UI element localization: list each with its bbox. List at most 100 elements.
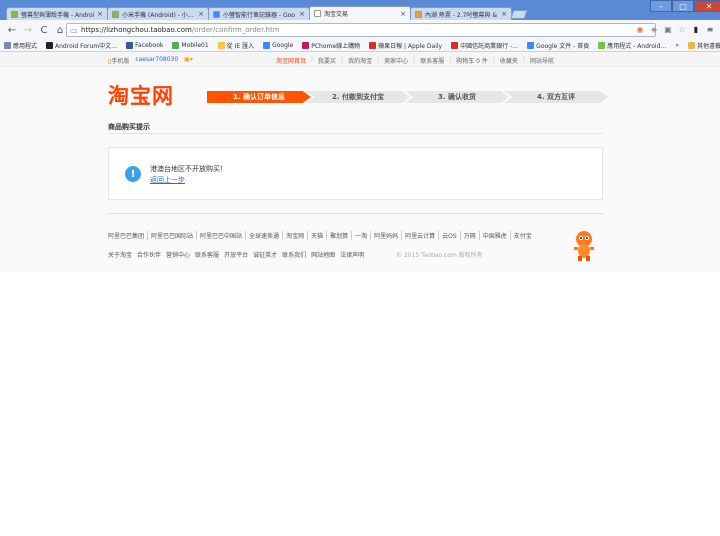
site-nav-link[interactable]: 我的淘宝 (348, 56, 372, 65)
bookmark-favicon-icon (4, 42, 11, 49)
folder-icon (688, 42, 696, 49)
footer-links-group: 阿里巴巴集团 阿里巴巴国际站 阿里巴巴中国站 全球速卖通 淘宝网 天猫 聚划算 一淘 阿里妈妈阿… (108, 231, 535, 240)
bookmark-label: Mobile01 (181, 42, 209, 49)
tab-title: 淘宝交易 (324, 11, 349, 18)
footer-link[interactable]: 阿里巴巴集团 (108, 231, 149, 240)
bookmark-item[interactable]: Android Forum中文… (46, 41, 117, 50)
site-nav-link[interactable]: 我要买 (318, 56, 336, 65)
tab-close-icon[interactable]: × (97, 10, 103, 18)
bookmark-item[interactable]: 中國信託商業銀行 -… (451, 41, 518, 50)
browser-window: 螢幕型與薄殼手機 - Androi × 小米手機 (Android) - 小螢幕 × 小… (0, 0, 720, 536)
url-host: https://lizhongchou.taobao.com (81, 26, 192, 34)
site-nav-link[interactable]: 收藏夹 (500, 56, 518, 65)
footer-divider (108, 213, 603, 214)
bookmark-item[interactable]: Google (263, 41, 293, 50)
mobile-link[interactable]: ▯手机版 (108, 56, 129, 65)
shield-icon[interactable]: ◈ (648, 22, 660, 36)
tab-close-icon[interactable]: × (299, 10, 305, 18)
tab-title: 小螢智能行車記錄器 - Goo (223, 11, 295, 19)
tab-favicon-icon (213, 10, 220, 18)
taobao-logo[interactable]: 淘宝网 (108, 80, 174, 110)
separator: | (449, 56, 452, 63)
footer-links-about: 关于淘宝 合作伙伴 营销中心 联系客服 开放平台 诚征英才 联系我们 网站地图 法律声明 (108, 250, 364, 259)
star-icon[interactable]: ☆ (676, 22, 688, 36)
page-icon: ▭ (70, 26, 78, 35)
bookmark-label: 中國信託商業銀行 -… (460, 43, 519, 50)
footer-link[interactable]: 聚划算 (327, 231, 353, 240)
bookmark-favicon-icon (302, 42, 310, 49)
back-link[interactable]: 返回上一步 (150, 175, 185, 185)
footer-link[interactable]: 合作伙伴 (137, 250, 161, 259)
reload-icon[interactable]: C (36, 22, 52, 38)
close-window-button[interactable]: ✕ (694, 0, 720, 12)
footer-link[interactable]: 阿里云计算 (402, 231, 440, 240)
translate-icon[interactable]: ◉ (634, 22, 646, 36)
footer-link[interactable]: 阿里妈妈 (371, 231, 403, 240)
bookmark-item[interactable]: 應用程式 (4, 41, 37, 50)
browser-tab[interactable]: 淘宝交易 × (309, 6, 411, 20)
footer-link[interactable]: 联系客服 (195, 250, 219, 259)
address-bar[interactable]: ▭ https://lizhongchou.taobao.com/order/c… (66, 23, 656, 37)
bookmark-label: 應用程式 (13, 43, 38, 50)
tab-close-icon[interactable]: × (198, 10, 204, 18)
bookmark-item[interactable]: 從 IE 匯入 (217, 41, 254, 50)
bookmark-item[interactable]: Facebook (126, 41, 163, 50)
separator: | (492, 56, 495, 63)
separator: | (413, 56, 416, 63)
site-nav-link[interactable]: 卖家中心 (384, 56, 408, 65)
footer-link[interactable]: 淘宝网 (283, 231, 309, 240)
minimize-button[interactable]: – (650, 0, 672, 12)
footer-link[interactable]: 诚征英才 (253, 250, 277, 259)
footer-link[interactable]: 万网 (461, 231, 480, 240)
site-nav-link[interactable]: 联系客服 (420, 56, 444, 65)
bookmark-favicon-icon (217, 42, 225, 49)
footer-link[interactable]: 阿里巴巴中国站 (197, 231, 247, 240)
extension-icon[interactable]: ▣ (662, 22, 674, 36)
other-bookmarks[interactable]: 其他書籤 (688, 41, 720, 50)
info-icon: ! (125, 166, 141, 182)
footer-link[interactable]: 关于淘宝 (108, 250, 132, 259)
site-nav-link[interactable]: 淘宝网首页 (276, 56, 306, 65)
bookmark-item[interactable]: PChome線上購物 (302, 41, 360, 50)
bookmark-label: 蘋果日報 | Apple Daily (378, 43, 443, 50)
bookmark-label: 應用程式 - Android… (607, 43, 667, 50)
tab-close-icon[interactable]: × (501, 10, 507, 18)
menu-icon[interactable]: ≡ (704, 22, 716, 36)
footer-link[interactable]: 中国雅虎 (480, 231, 511, 240)
divider (108, 133, 603, 134)
browser-tab[interactable]: 小螢智能行車記錄器 - Goo × (208, 7, 310, 20)
site-nav-link[interactable]: 购物车 0 件 (456, 56, 488, 65)
footer-link[interactable]: 阿里巴巴国际站 (148, 231, 198, 240)
order-step: 2. 付款到支付宝 (306, 91, 410, 103)
bookmark-item[interactable]: Mobile01 (172, 41, 209, 50)
maximize-button[interactable]: □ (672, 0, 694, 12)
footer-link[interactable]: 全球速卖通 (246, 231, 284, 240)
bookmark-favicon-icon (598, 42, 606, 49)
site-nav-link[interactable]: 网站导航 (530, 56, 554, 65)
separator: | (341, 56, 344, 63)
browser-tab[interactable]: 小米手機 (Android) - 小螢幕 × (107, 7, 209, 20)
footer-link[interactable]: 开放平台 (224, 250, 248, 259)
bookmark-favicon-icon (369, 42, 377, 49)
footer-link[interactable]: 联系我们 (282, 250, 306, 259)
bookmark-item[interactable]: 應用程式 - Android… (598, 41, 666, 50)
bookmark-item[interactable]: Google 文件 - 首頁 (527, 41, 589, 50)
browser-tab[interactable]: 內湖 熱賣 - 2.7吋螢幕與 & × (410, 7, 512, 20)
back-arrow-icon[interactable]: ← (4, 22, 20, 38)
browser-tab[interactable]: 螢幕型與薄殼手機 - Androi × (6, 7, 108, 20)
footer-link[interactable]: 营销中心 (166, 250, 190, 259)
bookmarks-more-icon[interactable]: » (675, 42, 679, 49)
user-link[interactable]: caesar708030 (135, 56, 178, 65)
bookmark-item[interactable]: 蘋果日報 | Apple Daily (369, 41, 442, 50)
footer-link[interactable]: 支付宝 (511, 231, 535, 240)
footer-link[interactable]: 网站地图 (311, 250, 335, 259)
evernote-icon[interactable]: ▮ (690, 22, 702, 36)
footer-link[interactable]: 云OS (439, 231, 461, 240)
forward-arrow-icon[interactable]: → (20, 22, 36, 38)
bookmarks-bar: 應用程式 Android Forum中文… Facebook Mobile01 從 IE… (0, 40, 720, 52)
tab-close-icon[interactable]: × (400, 10, 406, 18)
footer-link[interactable]: 一淘 (352, 231, 372, 240)
footer-link[interactable]: 法律声明 (340, 250, 364, 259)
footer-link[interactable]: 天猫 (308, 231, 328, 240)
tab-favicon-icon (415, 10, 422, 18)
